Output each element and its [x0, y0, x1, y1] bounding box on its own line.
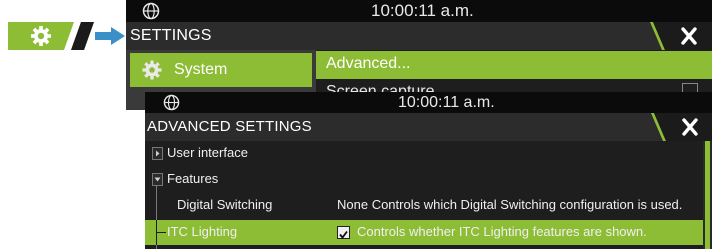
- setting-label: Digital Switching: [177, 197, 273, 212]
- sidebar-item-label: System: [174, 61, 228, 78]
- close-button[interactable]: [640, 22, 712, 50]
- collapse-icon[interactable]: [152, 173, 163, 186]
- gear-icon: [142, 60, 162, 80]
- tree-item-features[interactable]: Features: [145, 166, 703, 191]
- advanced-label: Advanced...: [326, 55, 411, 72]
- itc-lighting-checkbox[interactable]: [337, 226, 350, 239]
- expand-icon[interactable]: [152, 147, 163, 160]
- setting-value: None Controls which Digital Switching co…: [337, 197, 683, 212]
- clock-time: 10:00:11 a.m.: [371, 1, 474, 20]
- checkmark-icon: [339, 230, 348, 239]
- tree-connector-line: [156, 220, 166, 245]
- title-bar: ADVANCED SETTINGS: [145, 113, 712, 141]
- scrollbar[interactable]: [703, 141, 712, 249]
- tree-item-digital-switching[interactable]: Digital Switching None Controls which Di…: [145, 193, 703, 218]
- scrollbar-thumb[interactable]: [705, 141, 710, 249]
- tree-item-label: Features: [167, 171, 219, 186]
- setting-description: Controls whether ITC Lighting features a…: [357, 224, 647, 239]
- setting-label: ITC Lighting: [167, 224, 238, 239]
- advanced-menu-item[interactable]: Advanced...: [316, 51, 712, 79]
- sidebar-item-system[interactable]: System: [130, 53, 312, 87]
- arrow-right-icon: [95, 27, 125, 45]
- tree-item-label: User interface: [167, 145, 248, 160]
- close-button[interactable]: [640, 113, 712, 141]
- clock-time: 10:00:11 a.m.: [398, 94, 495, 111]
- globe-icon[interactable]: [142, 2, 160, 20]
- status-bar: 10:00:11 a.m.: [126, 0, 712, 22]
- gear-icon: [31, 26, 51, 46]
- advanced-settings-window: 10:00:11 a.m. ADVANCED SETTINGS User int…: [145, 92, 712, 249]
- settings-shortcut-badge[interactable]: [8, 22, 94, 50]
- title-bar: SETTINGS: [126, 22, 712, 50]
- window-title: ADVANCED SETTINGS: [147, 118, 312, 135]
- tree-item-user-interface[interactable]: User interface: [145, 141, 703, 166]
- globe-icon[interactable]: [163, 94, 180, 111]
- advanced-settings-tree: User interface Features Digital Switchin…: [145, 141, 712, 249]
- tree-item-itc-lighting[interactable]: ITC Lighting Controls whether ITC Lighti…: [145, 220, 703, 245]
- status-bar: 10:00:11 a.m.: [145, 92, 712, 113]
- window-title: SETTINGS: [130, 27, 212, 44]
